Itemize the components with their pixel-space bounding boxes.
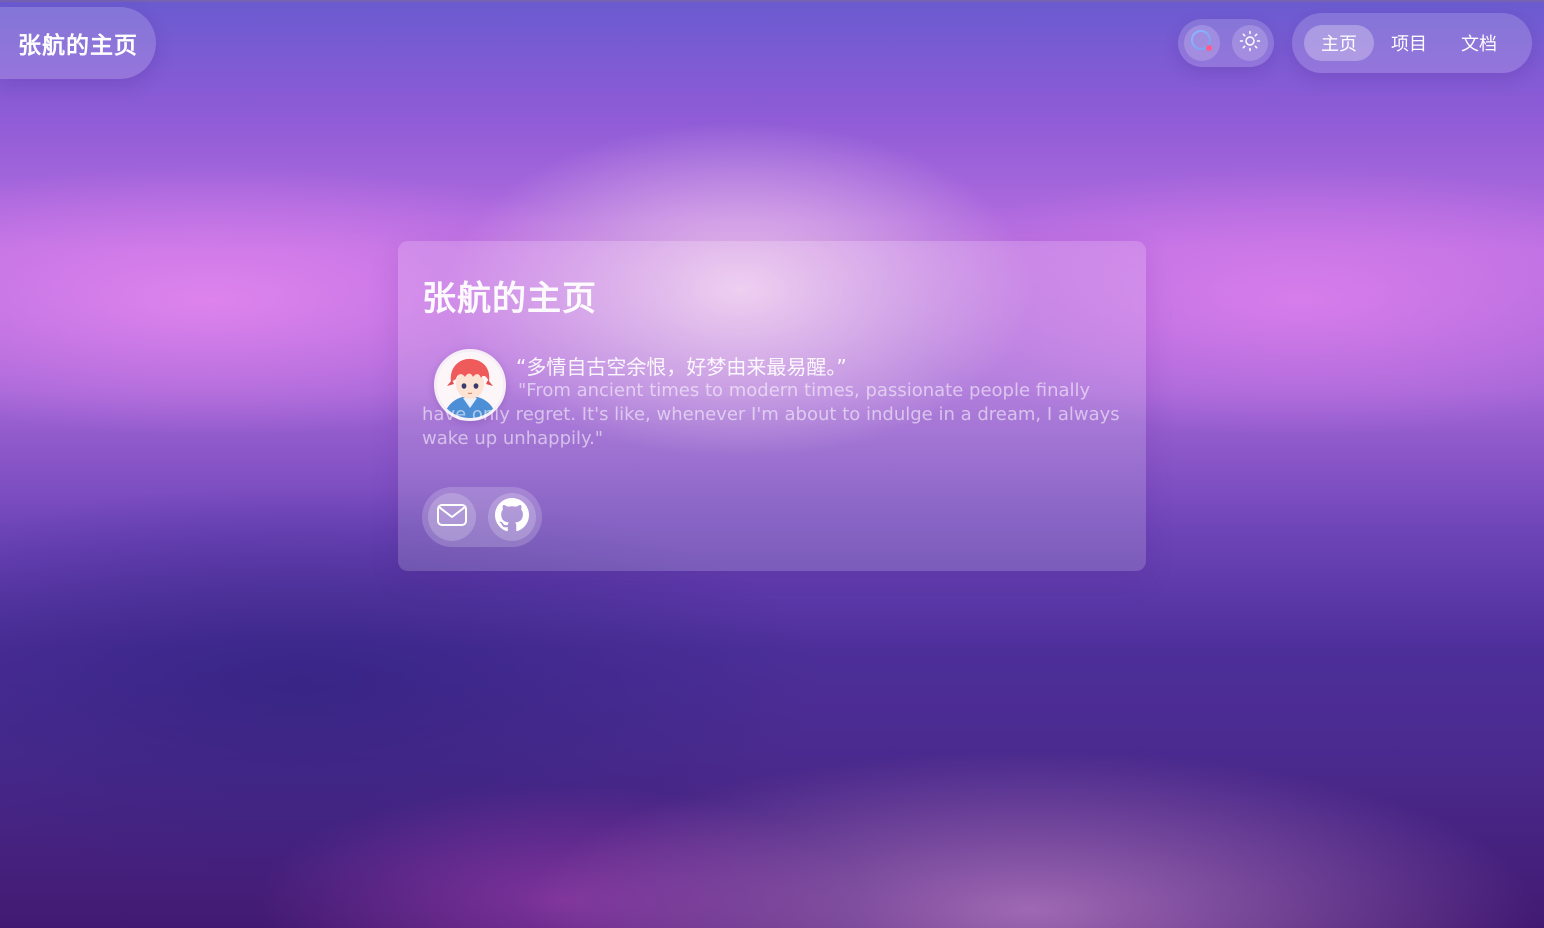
main-nav: 主页 项目 文档 xyxy=(1292,13,1532,73)
nav-item-label: 文档 xyxy=(1461,34,1497,55)
mail-icon xyxy=(435,498,469,536)
email-button[interactable] xyxy=(428,493,476,541)
nav-item-docs[interactable]: 文档 xyxy=(1444,25,1514,61)
card-title: 张航的主页 xyxy=(422,279,597,319)
nav-item-home[interactable]: 主页 xyxy=(1304,25,1374,61)
tool-bar xyxy=(1178,19,1274,67)
top-border xyxy=(0,0,1544,2)
search-button[interactable] xyxy=(1184,25,1220,61)
theme-toggle-button[interactable] xyxy=(1232,25,1268,61)
github-button[interactable] xyxy=(488,493,536,541)
site-brand[interactable]: 张航的主页 xyxy=(0,7,156,79)
nav-item-projects[interactable]: 项目 xyxy=(1374,25,1444,61)
search-icon xyxy=(1189,28,1215,58)
brand-title: 张航的主页 xyxy=(18,33,138,59)
quote-chinese: “多情自古空余恨，好梦由来最易醒。” xyxy=(516,355,847,379)
nav-item-label: 项目 xyxy=(1391,34,1427,55)
quote-english: "From ancient times to modern times, pas… xyxy=(422,380,1120,449)
profile-card: 张航的主页 “多情自古空余恨，好梦由来最易醒。” "From ancient t… xyxy=(398,241,1146,571)
nav-item-label: 主页 xyxy=(1321,34,1357,55)
social-links xyxy=(422,487,542,547)
sun-icon xyxy=(1239,30,1261,56)
github-icon xyxy=(495,498,529,536)
